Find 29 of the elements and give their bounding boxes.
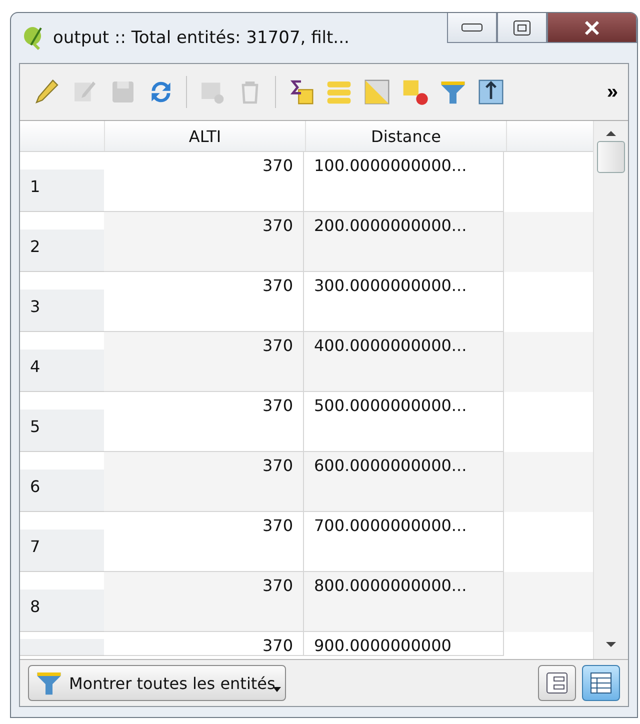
more-tools-button[interactable]: » xyxy=(602,80,622,104)
table-cell: 370 xyxy=(104,632,304,656)
deselect-icon xyxy=(401,78,429,106)
table-view-icon xyxy=(589,671,613,695)
scrollbar[interactable] xyxy=(593,121,628,659)
form-view-button[interactable] xyxy=(538,665,576,701)
column-header[interactable]: Distance xyxy=(306,121,507,151)
close-icon xyxy=(584,20,600,36)
scroll-down-icon[interactable] xyxy=(605,641,617,649)
pencil-icon xyxy=(33,78,61,106)
invert-selection-icon xyxy=(363,78,391,106)
row-header[interactable]: 6 xyxy=(20,452,104,512)
close-button[interactable] xyxy=(547,13,637,43)
row-header[interactable]: 4 xyxy=(20,332,104,392)
scrollbar-thumb[interactable] xyxy=(597,141,625,173)
window-title: output :: Total entités: 31707, filt... xyxy=(53,28,350,48)
maximize-button[interactable] xyxy=(497,13,547,43)
dropdown-caret-icon xyxy=(273,687,282,692)
column-header[interactable]: ALTI xyxy=(105,121,306,151)
minimize-icon xyxy=(461,22,483,32)
table-cell: 900.0000000000 xyxy=(304,632,504,656)
maximize-icon xyxy=(513,20,531,36)
form-view-icon xyxy=(545,671,569,695)
scroll-up-icon[interactable] xyxy=(605,129,617,137)
row-header[interactable]: 8 xyxy=(20,572,104,632)
filter-dropdown-button[interactable]: Montrer toutes les entités xyxy=(28,665,286,701)
row-header[interactable]: 2 xyxy=(20,212,104,272)
table-view-button[interactable] xyxy=(582,665,620,701)
minimize-button[interactable] xyxy=(447,13,497,43)
